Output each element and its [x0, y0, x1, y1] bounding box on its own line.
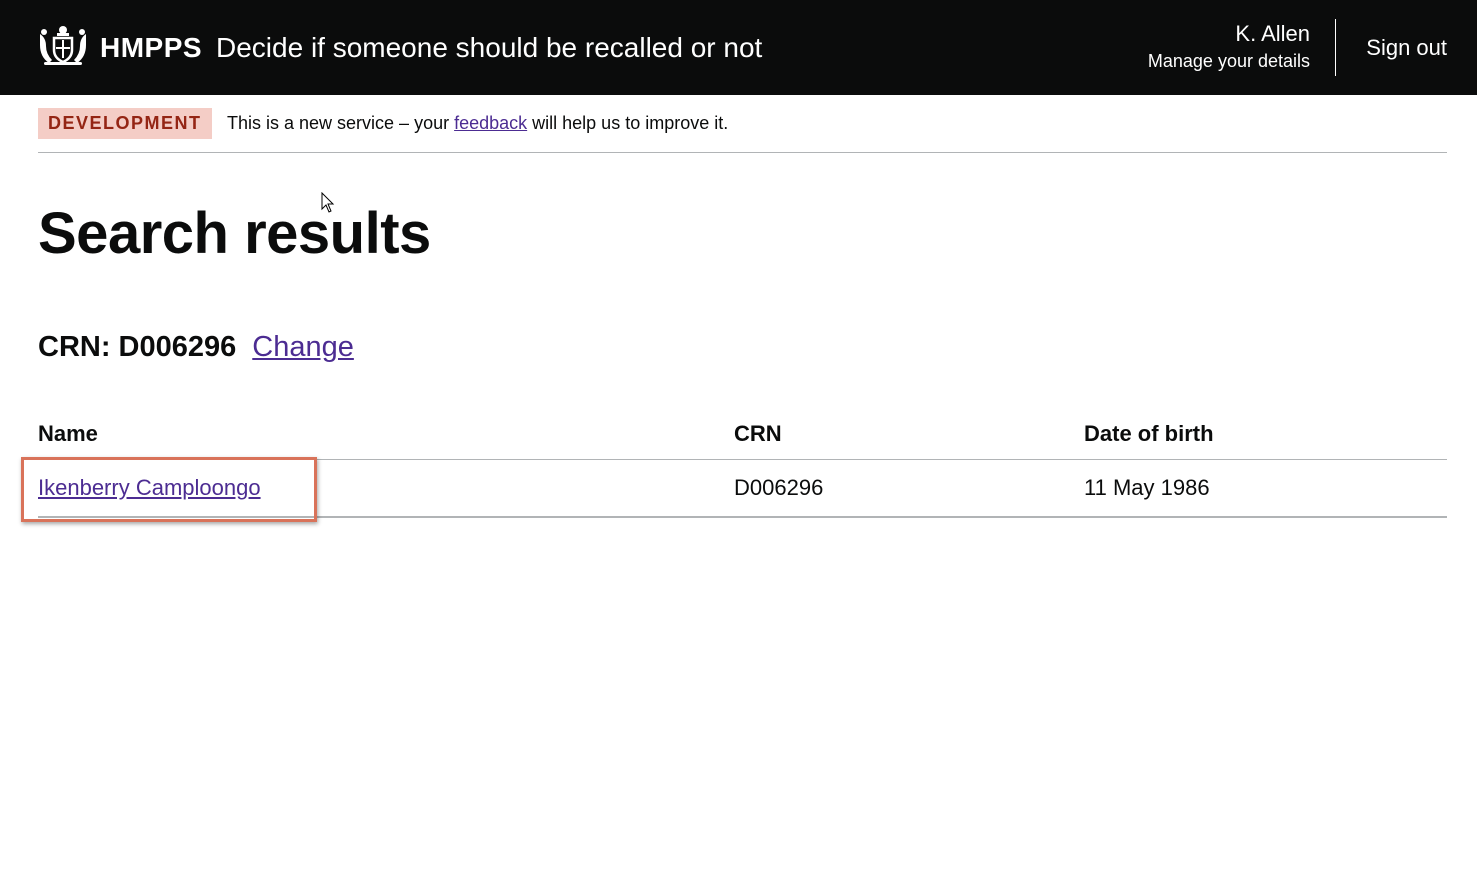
site-header: HMPPS Decide if someone should be recall… — [0, 0, 1477, 95]
crn-cell: D006296 — [734, 459, 1084, 518]
manage-details-link[interactable]: Manage your details — [1148, 48, 1310, 74]
royal-crest-icon — [40, 26, 86, 65]
table-row: Ikenberry Camploongo D006296 11 May 1986 — [38, 459, 1447, 518]
person-name-link[interactable]: Ikenberry Camploongo — [38, 475, 261, 500]
crn-summary: CRN: D006296 Change — [38, 330, 354, 364]
page-title: Search results — [38, 201, 431, 266]
phase-text-after: will help us to improve it. — [527, 113, 729, 133]
header-divider — [1335, 19, 1336, 76]
crn-column-header: CRN — [734, 410, 1084, 460]
crn-label: CRN: D006296 — [38, 331, 237, 363]
phase-tag: DEVELOPMENT — [38, 108, 212, 139]
table-header-row: Name CRN Date of birth — [38, 410, 1447, 460]
mouse-cursor-icon — [321, 192, 335, 213]
user-name: K. Allen — [1235, 21, 1310, 46]
service-name[interactable]: Decide if someone should be recalled or … — [216, 30, 762, 66]
search-results-table: Name CRN Date of birth Ikenberry Camploo… — [38, 410, 1447, 518]
change-crn-link[interactable]: Change — [252, 331, 354, 363]
user-account: K. Allen Manage your details — [1148, 20, 1310, 74]
sign-out-link[interactable]: Sign out — [1366, 33, 1447, 63]
name-column-header: Name — [38, 410, 734, 460]
feedback-link[interactable]: feedback — [454, 113, 527, 133]
name-cell: Ikenberry Camploongo — [38, 459, 734, 518]
dob-column-header: Date of birth — [1084, 410, 1447, 460]
phase-banner-text: This is a new service – your feedback wi… — [227, 111, 728, 135]
phase-banner: DEVELOPMENT This is a new service – your… — [38, 95, 1447, 153]
phase-text-before: This is a new service – your — [227, 113, 455, 133]
dob-cell: 11 May 1986 — [1084, 459, 1447, 518]
org-name[interactable]: HMPPS — [100, 30, 202, 66]
